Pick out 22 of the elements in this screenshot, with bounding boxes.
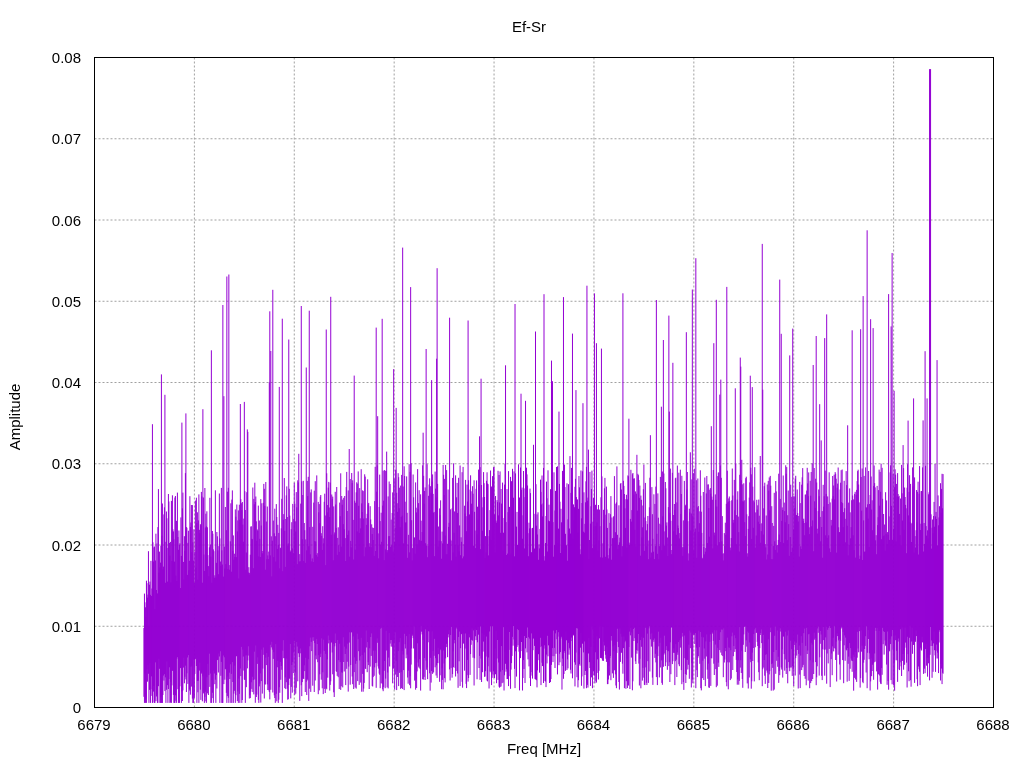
y-tick-label: 0.01 [51, 617, 81, 635]
chart-title: Ef-Sr [511, 18, 547, 35]
x-tick-label: 6685 [676, 716, 710, 733]
y-tick-label: 0.06 [51, 211, 81, 228]
y-tick-label: 0.05 [51, 292, 81, 310]
x-tick-label: 6684 [576, 716, 611, 733]
x-tick-label: 6679 [77, 716, 111, 733]
x-tick-label: 6683 [476, 716, 511, 733]
y-tick-label: 0.02 [51, 536, 81, 553]
y-tick-label: 0.04 [51, 373, 81, 391]
x-tick-label: 6680 [177, 716, 211, 733]
x-tick-label: 6681 [277, 716, 311, 733]
x-tick-label: 6687 [876, 716, 910, 733]
y-tick-label: 0 [72, 698, 81, 716]
y-tick-label: 0.07 [51, 129, 81, 147]
y-tick-label: 0.08 [51, 48, 81, 66]
y-axis-label: Amplitude [5, 383, 23, 451]
x-tick-label: 6686 [776, 716, 810, 733]
x-tick-label: 6688 [976, 716, 1010, 733]
x-tick-label: 6682 [376, 716, 411, 733]
y-tick-label: 0.03 [51, 454, 81, 472]
x-axis-label: Freq [MHz] [506, 740, 582, 757]
